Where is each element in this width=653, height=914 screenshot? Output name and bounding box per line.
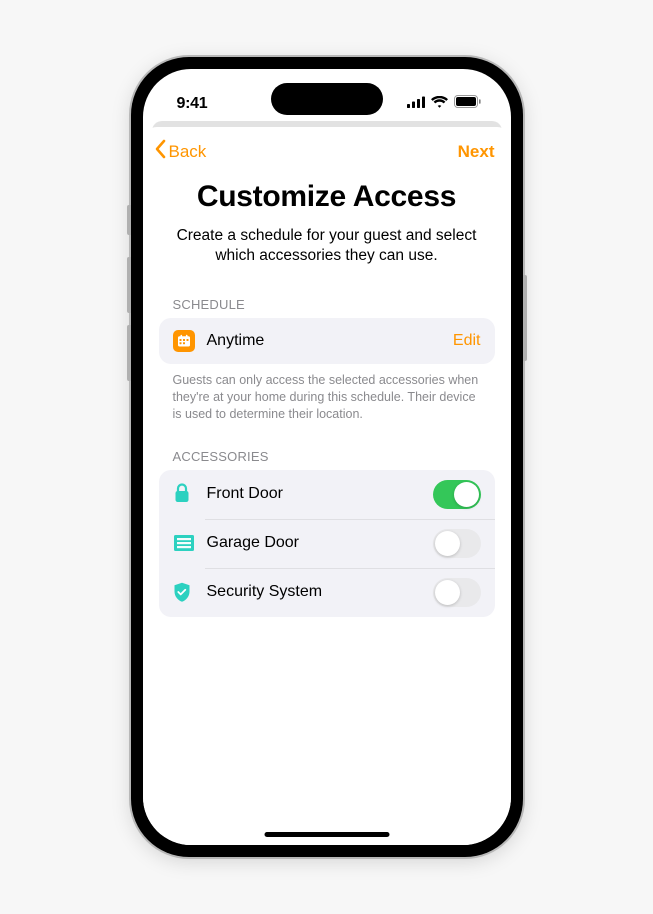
garage-icon [173,532,203,554]
accessory-row-front-door: Front Door [159,470,495,519]
schedule-footer: Guests can only access the selected acce… [159,364,495,441]
shield-icon [173,581,203,603]
calendar-icon [173,330,203,352]
accessory-row-security-system: Security System [159,568,495,617]
accessory-toggle-front-door[interactable] [433,480,481,509]
nav-bar: Back Next [143,127,511,170]
home-indicator[interactable] [264,832,389,837]
phone-volume-down [127,325,131,381]
schedule-header: SCHEDULE [159,289,495,318]
title-block: Customize Access Create a schedule for y… [143,170,511,289]
modal-sheet: Back Next Customize Access Create a sche… [143,127,511,845]
back-label: Back [169,142,207,162]
screen: 9:41 Back [143,69,511,845]
schedule-edit-button[interactable]: Edit [453,332,481,350]
accessory-label: Front Door [207,485,433,503]
page-subtitle: Create a schedule for your guest and sel… [171,226,483,267]
accessories-card: Front Door Garage Door [159,470,495,617]
status-icons [407,95,481,113]
chevron-left-icon [153,139,167,164]
accessory-label: Garage Door [207,534,433,552]
schedule-row[interactable]: Anytime Edit [159,318,495,364]
next-button[interactable]: Next [458,142,495,162]
page-title: Customize Access [171,180,483,214]
battery-icon [454,95,481,113]
phone-frame: 9:41 Back [131,57,523,857]
accessory-label: Security System [207,583,433,601]
accessory-toggle-security-system[interactable] [433,578,481,607]
phone-silence-switch [127,205,131,235]
phone-side-button [523,275,527,361]
dynamic-island [271,83,383,115]
accessory-toggle-garage-door[interactable] [433,529,481,558]
content-area: SCHEDULE Anytime Edit Guests can only ac… [143,289,511,617]
back-button[interactable]: Back [153,139,207,164]
status-time: 9:41 [177,95,208,113]
wifi-icon [431,95,448,113]
lock-icon [173,483,203,505]
schedule-card: Anytime Edit [159,318,495,364]
cellular-icon [407,95,425,113]
accessory-row-garage-door: Garage Door [159,519,495,568]
schedule-value: Anytime [207,332,453,350]
accessories-header: ACCESSORIES [159,441,495,470]
phone-volume-up [127,257,131,313]
